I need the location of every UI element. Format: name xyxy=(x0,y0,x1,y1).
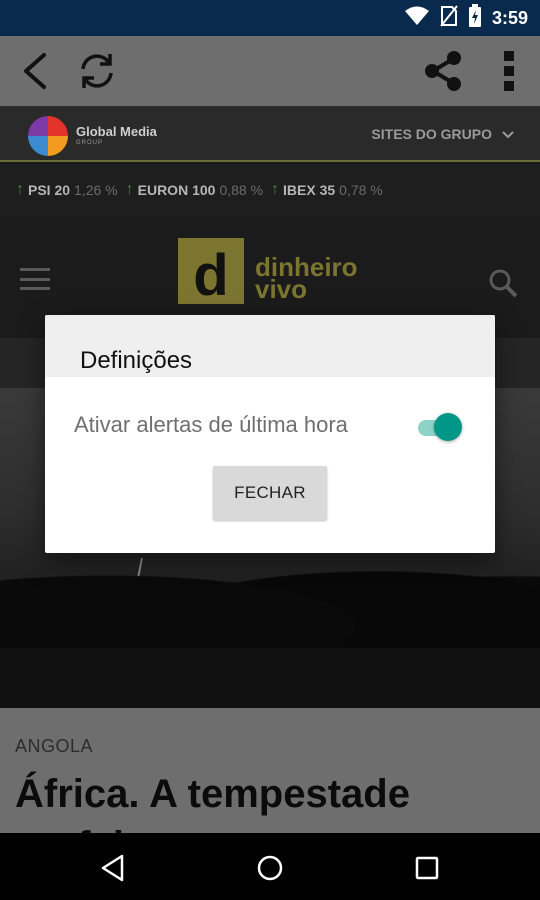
app-toolbar xyxy=(0,36,540,106)
status-bar: 3:59 xyxy=(0,0,540,36)
battery-charging-icon xyxy=(468,3,482,33)
dialog-header: Definições xyxy=(45,315,495,377)
toggle-thumb xyxy=(434,413,462,441)
breaking-news-toggle[interactable] xyxy=(414,413,462,441)
status-icons: 3:59 xyxy=(404,0,528,36)
refresh-icon[interactable] xyxy=(70,44,124,98)
dialog-title: Definições xyxy=(80,347,193,374)
overflow-menu-icon[interactable] xyxy=(482,44,536,98)
back-arrow-icon[interactable] xyxy=(8,44,62,98)
home-circle-icon[interactable] xyxy=(245,843,295,893)
settings-dialog: Definições Ativar alertas de última hora… xyxy=(45,315,495,553)
close-button[interactable]: FECHAR xyxy=(213,466,327,520)
wifi-icon xyxy=(404,6,430,31)
status-time: 3:59 xyxy=(491,7,528,28)
breaking-news-toggle-label: Ativar alertas de última hora xyxy=(74,412,348,437)
no-sim-icon xyxy=(440,4,458,32)
system-nav-bar xyxy=(0,833,540,900)
recents-square-icon[interactable] xyxy=(402,843,452,893)
back-triangle-icon[interactable] xyxy=(88,843,138,893)
share-icon[interactable] xyxy=(416,44,470,98)
